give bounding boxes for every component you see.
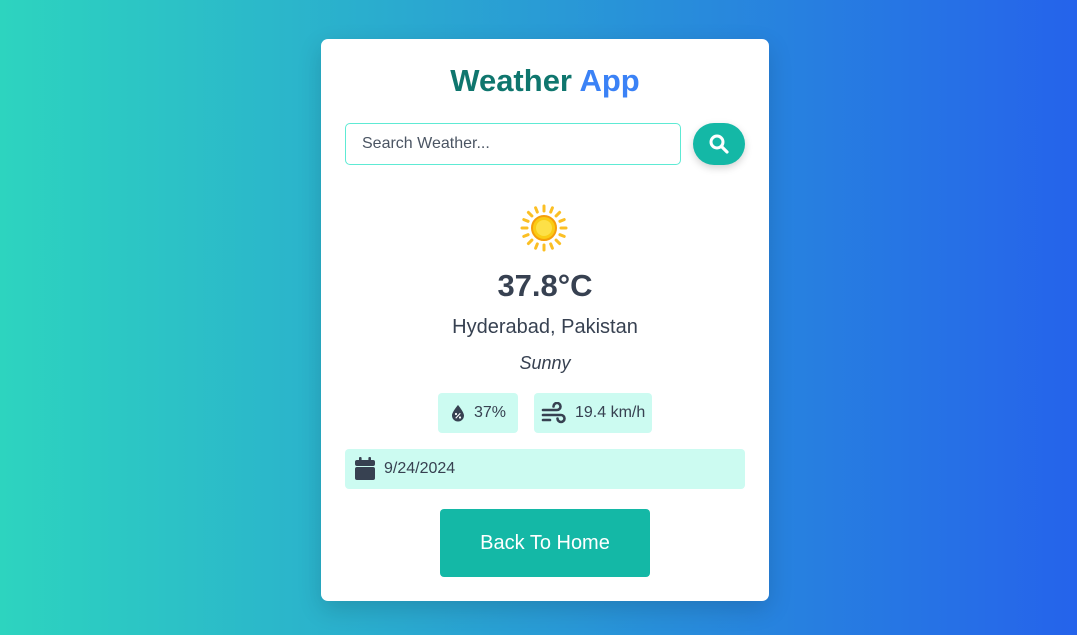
- search-button[interactable]: [693, 123, 745, 165]
- date-bar: 9/24/2024: [345, 449, 745, 489]
- search-input[interactable]: [345, 123, 681, 165]
- date-value: 9/24/2024: [384, 460, 456, 477]
- calendar-icon: [354, 457, 376, 481]
- back-to-home-button[interactable]: Back To Home: [440, 509, 650, 577]
- humidity-drop-icon: [450, 404, 466, 422]
- app-title-word-app: App: [579, 63, 640, 98]
- humidity-value: 37%: [474, 404, 507, 421]
- temperature-value: 37.8°C: [497, 268, 593, 303]
- location-name: Hyderabad, Pakistan: [452, 316, 638, 338]
- wind-icon: [541, 402, 567, 424]
- wind-chip: 19.4 km/h: [534, 393, 652, 433]
- search-icon: [709, 134, 729, 154]
- humidity-chip: 37%: [438, 393, 518, 433]
- weather-card: Weather App Search Weather... 37.8°C Hyd…: [321, 39, 769, 601]
- app-title: Weather App: [321, 63, 769, 99]
- weather-condition: Sunny: [519, 353, 571, 373]
- sun-icon: [520, 204, 568, 252]
- wind-speed-value: 19.4 km/h: [575, 404, 646, 421]
- app-title-word-weather: Weather: [450, 63, 572, 98]
